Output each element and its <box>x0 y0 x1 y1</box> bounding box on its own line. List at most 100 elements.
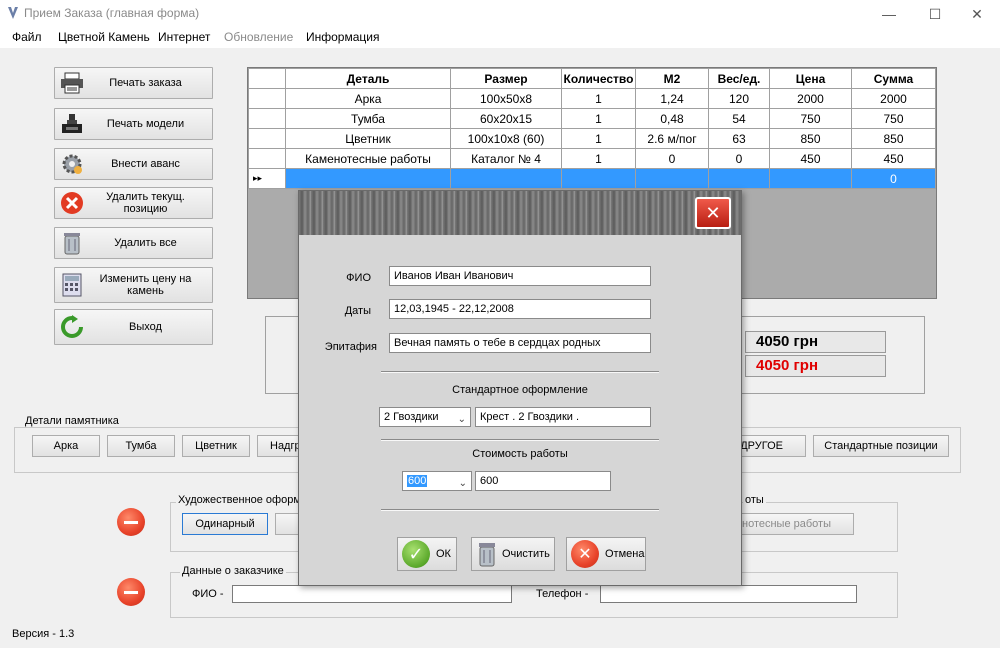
delete-current-button[interactable]: Удалить текущ. позицию <box>54 187 213 219</box>
cell[interactable]: 1,24 <box>635 88 709 109</box>
dialog-standard-input[interactable]: Крест . 2 Гвоздики . <box>475 407 651 427</box>
delete-all-button[interactable]: Удалить все <box>54 227 213 259</box>
customer-fio-label: ФИО - <box>192 588 224 600</box>
cell[interactable] <box>561 168 636 189</box>
dialog-fio-input[interactable]: Иванов Иван Иванович <box>389 266 651 286</box>
cell[interactable]: 850 <box>769 128 852 149</box>
cell[interactable] <box>285 168 451 189</box>
calculator-icon <box>59 272 85 298</box>
cell[interactable]: Тумба <box>285 108 451 129</box>
row-marker[interactable]: ▸▸ <box>248 168 286 189</box>
minus-icon[interactable] <box>117 508 145 536</box>
cell[interactable]: Арка <box>285 88 451 109</box>
cell[interactable]: 2000 <box>851 88 936 109</box>
cell[interactable]: 2000 <box>769 88 852 109</box>
menu-internet[interactable]: Интернет <box>158 30 210 44</box>
cell[interactable]: 1 <box>561 88 636 109</box>
grid-corner <box>248 68 286 89</box>
cell[interactable]: 2.6 м/пог <box>635 128 709 149</box>
change-price-button[interactable]: Изменить цену на камень <box>54 267 213 303</box>
maximize-icon[interactable]: ☐ <box>912 0 958 28</box>
cell[interactable]: 450 <box>769 148 852 169</box>
close-icon[interactable]: ✕ <box>954 0 1000 28</box>
col-header-sum[interactable]: Сумма <box>851 68 936 89</box>
cell[interactable]: Каталог № 4 <box>450 148 562 169</box>
cell[interactable]: Каменотесные работы <box>285 148 451 169</box>
art-second-button[interactable] <box>275 513 299 535</box>
dialog-cost-input[interactable]: 600 <box>475 471 611 491</box>
detail-arch-button[interactable]: Арка <box>32 435 100 457</box>
col-header-qty[interactable]: Количество <box>561 68 636 89</box>
dialog-cancel-button[interactable]: ✕ Отмена <box>566 537 646 571</box>
chevron-down-icon: ⌄ <box>458 478 467 489</box>
cell[interactable]: 54 <box>708 108 770 129</box>
col-header-weight[interactable]: Вес/ед. <box>708 68 770 89</box>
dialog-standard-label: Стандартное оформление <box>452 384 588 396</box>
customer-phone-input[interactable] <box>600 585 857 603</box>
cell[interactable]: 120 <box>708 88 770 109</box>
cell[interactable]: 63 <box>708 128 770 149</box>
dialog-standard-select[interactable]: 2 Гвоздики ⌄ <box>379 407 471 427</box>
exit-label: Выход <box>129 321 162 333</box>
dialog-ok-button[interactable]: ✓ ОК <box>397 537 457 571</box>
table-row[interactable]: Каменотесные работы Каталог № 4 1 0 0 45… <box>248 148 936 169</box>
table-row[interactable]: Тумба 60x20x15 1 0,48 54 750 750 <box>248 108 936 129</box>
dialog-clear-label: Очистить <box>502 548 550 560</box>
dialog-close-icon[interactable]: ✕ <box>695 197 731 229</box>
menu-file[interactable]: Файл <box>12 30 42 44</box>
table-row[interactable]: Арка 100x50x8 1 1,24 120 2000 2000 <box>248 88 936 109</box>
single-button[interactable]: Одинарный <box>182 513 268 535</box>
cell[interactable]: 0 <box>708 148 770 169</box>
cell[interactable]: 1 <box>561 148 636 169</box>
dialog-clear-button[interactable]: Очистить <box>471 537 555 571</box>
total-amount: 4050 грн <box>745 331 886 353</box>
table-row[interactable]: Цветник 100x10x8 (60) 1 2.6 м/пог 63 850… <box>248 128 936 149</box>
cell[interactable] <box>635 168 709 189</box>
cell[interactable]: 750 <box>769 108 852 129</box>
dialog-cost-select[interactable]: 600 ⌄ <box>402 471 472 491</box>
print-order-button[interactable]: Печать заказа <box>54 67 213 99</box>
cell[interactable]: 100x50x8 <box>450 88 562 109</box>
cell[interactable]: 0 <box>851 168 936 189</box>
col-header-detail[interactable]: Деталь <box>285 68 451 89</box>
print-model-button[interactable]: Печать модели <box>54 108 213 140</box>
row-header[interactable] <box>248 88 286 109</box>
minus-icon-customer[interactable] <box>117 578 145 606</box>
dialog-epitaph-label: Эпитафия <box>324 341 377 353</box>
col-header-size[interactable]: Размер <box>450 68 562 89</box>
cell[interactable]: 750 <box>851 108 936 129</box>
dialog-epitaph-input[interactable]: Вечная память о тебе в сердцах родных <box>389 333 651 353</box>
menu-update[interactable]: Обновление <box>224 30 293 44</box>
cell[interactable]: 1 <box>561 108 636 129</box>
cell[interactable]: 100x10x8 (60) <box>450 128 562 149</box>
print-model-label: Печать модели <box>106 118 185 130</box>
cell[interactable] <box>769 168 852 189</box>
cell[interactable] <box>450 168 562 189</box>
row-header[interactable] <box>248 108 286 129</box>
make-advance-button[interactable]: Внести аванс <box>54 148 213 180</box>
detail-flowerbed-button[interactable]: Цветник <box>182 435 250 457</box>
cell[interactable]: Цветник <box>285 128 451 149</box>
cell[interactable]: 0 <box>635 148 709 169</box>
minimize-icon[interactable]: — <box>866 0 912 28</box>
menu-info[interactable]: Информация <box>306 30 379 44</box>
standard-positions-button[interactable]: Стандартные позиции <box>813 435 949 457</box>
dialog-dates-input[interactable]: 12,03,1945 - 22,12,2008 <box>389 299 651 319</box>
customer-fio-input[interactable] <box>232 585 512 603</box>
monument-dialog: ✕ ФИО Иванов Иван Иванович Даты 12,03,19… <box>298 190 742 586</box>
col-header-m2[interactable]: М2 <box>635 68 709 89</box>
col-header-price[interactable]: Цена <box>769 68 852 89</box>
exit-button[interactable]: Выход <box>54 309 213 345</box>
cell[interactable]: 450 <box>851 148 936 169</box>
row-header[interactable] <box>248 148 286 169</box>
cell[interactable] <box>708 168 770 189</box>
detail-pedestal-button[interactable]: Тумба <box>107 435 175 457</box>
table-row-new[interactable]: ▸▸ 0 <box>248 168 936 189</box>
details-group-label: Детали памятника <box>23 415 121 427</box>
row-header[interactable] <box>248 128 286 149</box>
cell[interactable]: 0,48 <box>635 108 709 129</box>
cell[interactable]: 60x20x15 <box>450 108 562 129</box>
menu-color-stone[interactable]: Цветной Камень <box>58 30 150 44</box>
cell[interactable]: 1 <box>561 128 636 149</box>
cell[interactable]: 850 <box>851 128 936 149</box>
